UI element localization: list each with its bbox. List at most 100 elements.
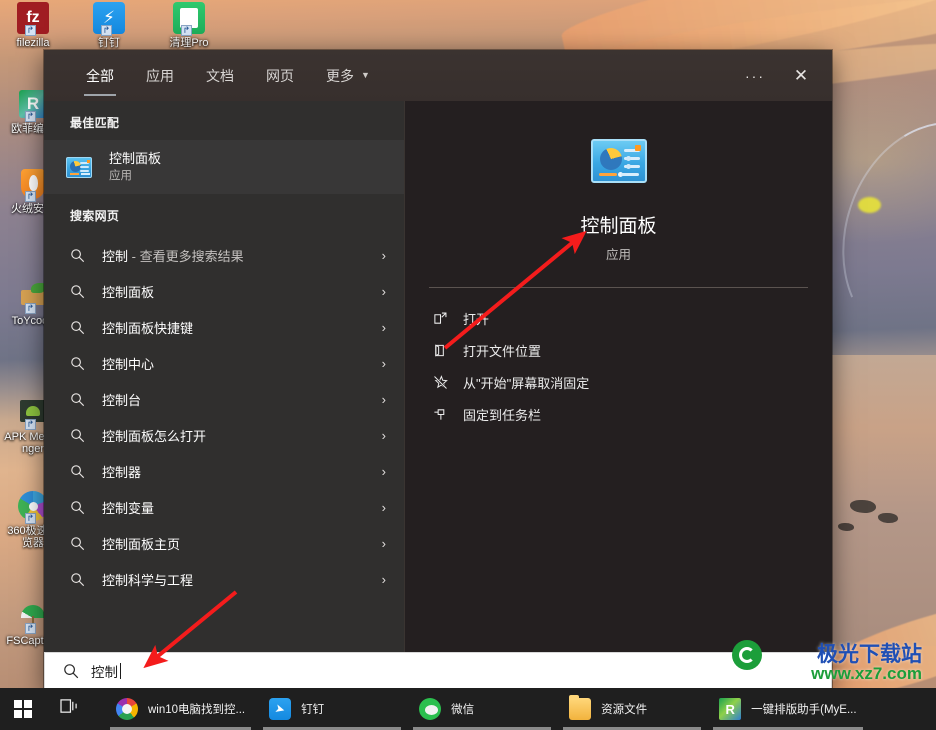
dingtalk-icon [269,698,292,720]
header-actions: ··· ✕ [734,50,822,101]
chevron-right-icon: › [381,283,386,299]
desktop-icon-dingtalk[interactable]: ⚡ 钉钉 [78,2,140,49]
search-body: 最佳匹配 控制面板 应用 搜索网页 控制 - 查看更多搜索结果 › 控制面板 ›… [44,101,832,690]
preview-pane: 控制面板 应用 打开 打开文件位置 从"开始"屏幕取消固定 固定到任务栏 [404,101,832,690]
wallpaper-arc [813,97,936,373]
taskbar-item-label: 微信 [451,704,475,716]
chevron-right-icon: › [381,391,386,407]
tab-documents[interactable]: 文档 [190,50,250,101]
list-item-label: 控制 - 查看更多搜索结果 [102,248,244,264]
search-icon [57,663,85,679]
cleaner-pro-icon [173,2,205,36]
filezilla-icon: fz [17,2,49,36]
desktop-icon-filezilla[interactable]: fz filezilla [2,2,64,49]
list-item[interactable]: 控制面板快捷键 › [44,309,404,345]
taskbar-item-myedit[interactable]: 一键排版助手(MyE... [707,688,868,730]
taskbar-item-dingtalk[interactable]: 钉钉 [257,688,407,730]
chevron-right-icon: › [381,535,386,551]
preview-title: 控制面板 [580,216,657,237]
list-item-label: 控制科学与工程 [102,572,194,588]
taskbar-item-label: win10电脑找到控... [148,704,246,716]
pin-to-taskbar-icon [429,407,451,422]
tab-label: 更多 [326,67,354,84]
chevron-down-icon: ▼ [361,69,370,80]
more-options-button[interactable]: ··· [734,56,776,96]
desktop-icon-label: 钉钉 [98,37,120,49]
tab-label: 文档 [206,67,234,84]
task-view-icon [59,698,79,720]
folder-icon [569,695,592,720]
search-icon [66,572,88,587]
action-label: 打开文件位置 [463,343,542,359]
list-item-label: 控制中心 [102,356,155,372]
wallpaper-sun [858,197,881,213]
control-panel-icon [66,156,92,178]
search-icon [66,500,88,515]
chevron-right-icon: › [381,463,386,479]
list-item-label: 控制台 [102,392,142,408]
list-item[interactable]: 控制面板 › [44,273,404,309]
web-search-list: 控制 - 查看更多搜索结果 › 控制面板 › 控制面板快捷键 › 控制中心 › … [44,237,404,597]
list-item[interactable]: 控制科学与工程 › [44,561,404,597]
myedit-icon [719,698,742,720]
search-icon [66,464,88,479]
desktop-icon-label: 清理Pro [169,37,209,49]
chevron-right-icon: › [381,571,386,587]
list-item[interactable]: 控制变量 › [44,489,404,525]
taskbar-item-wechat[interactable]: 微信 [407,688,557,730]
action-label: 从"开始"屏幕取消固定 [463,375,590,391]
text-caret [120,662,121,679]
search-header: 全部 应用 文档 网页 更多 ▼ ··· ✕ [44,50,832,101]
action-unpin-from-start[interactable]: 从"开始"屏幕取消固定 [405,366,832,398]
list-item[interactable]: 控制面板怎么打开 › [44,417,404,453]
list-item-label: 控制面板快捷键 [102,320,194,336]
wechat-icon [419,698,442,720]
action-pin-to-taskbar[interactable]: 固定到任务栏 [405,398,832,430]
open-file-location-icon [429,343,451,358]
best-match-heading: 最佳匹配 [70,116,120,130]
windows-logo-icon [14,700,32,718]
best-match-title: 控制面板 [109,151,162,166]
dingtalk-icon: ⚡ [93,2,125,36]
close-icon[interactable]: ✕ [780,56,822,96]
tab-more[interactable]: 更多 ▼ [310,50,386,101]
tab-label: 网页 [266,67,294,84]
preview-divider [429,287,808,288]
chevron-right-icon: › [381,247,386,263]
list-item[interactable]: 控制器 › [44,453,404,489]
search-input[interactable]: 控制 [44,652,832,689]
search-icon [66,536,88,551]
chevron-right-icon: › [381,355,386,371]
list-item[interactable]: 控制 - 查看更多搜索结果 › [44,237,404,273]
taskbar-item-chrome[interactable]: win10电脑找到控... [104,688,257,730]
chevron-right-icon: › [381,319,386,335]
action-label: 打开 [463,311,490,327]
list-item-label: 控制面板主页 [102,536,181,552]
tab-all[interactable]: 全部 [70,50,130,101]
web-search-heading: 搜索网页 [70,209,120,223]
desktop-icon-cleaner-pro[interactable]: 清理Pro [158,2,220,49]
search-tabs: 全部 应用 文档 网页 更多 ▼ [70,50,386,101]
open-external-icon [429,311,451,326]
search-icon [66,356,88,371]
list-item[interactable]: 控制台 › [44,381,404,417]
control-panel-icon [590,139,647,183]
action-open[interactable]: 打开 [405,302,832,334]
taskbar-item-folder[interactable]: 资源文件 [557,688,707,730]
start-button[interactable] [0,688,46,730]
search-results-column: 最佳匹配 控制面板 应用 搜索网页 控制 - 查看更多搜索结果 › 控制面板 ›… [44,101,404,690]
action-open-file-location[interactable]: 打开文件位置 [405,334,832,366]
best-match-item[interactable]: 控制面板 应用 [44,140,404,194]
list-item-label: 控制器 [102,464,142,480]
task-view-button[interactable] [46,688,92,730]
list-item-label: 控制面板 [102,284,155,300]
list-item[interactable]: 控制面板主页 › [44,525,404,561]
taskbar-item-label: 资源文件 [601,704,648,716]
tab-label: 全部 [86,67,114,84]
taskbar: win10电脑找到控... 钉钉 微信 资源文件 一键排版助手(MyE... [0,688,936,730]
preview-subtitle: 应用 [605,248,631,262]
tab-web[interactable]: 网页 [250,50,310,101]
tab-apps[interactable]: 应用 [130,50,190,101]
unpin-from-start-icon [429,374,451,390]
list-item[interactable]: 控制中心 › [44,345,404,381]
